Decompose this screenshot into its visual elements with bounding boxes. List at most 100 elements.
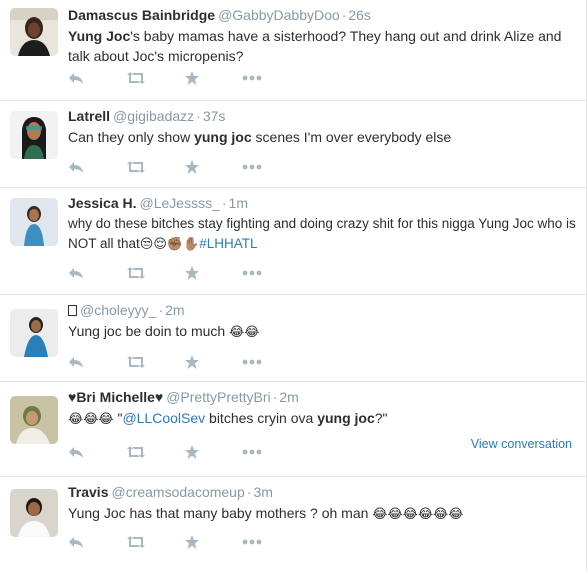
retweet-button[interactable]: [126, 157, 184, 177]
retweet-icon: [126, 266, 146, 280]
timestamp[interactable]: 26s: [348, 7, 371, 23]
mention-link[interactable]: @LLCoolSev: [122, 410, 205, 426]
more-icon: [242, 270, 262, 276]
reply-button[interactable]: [68, 263, 126, 283]
retweet-icon: [126, 160, 146, 174]
emoji-group: 😂😂😂😂😂😂: [372, 506, 464, 521]
retweet-icon: [126, 445, 146, 459]
more-button[interactable]: [242, 157, 300, 177]
tweet-text-bold: Yung Joc: [68, 28, 131, 44]
retweet-button[interactable]: [126, 352, 184, 372]
more-button[interactable]: [242, 68, 300, 88]
tweet-content: ♥Bri Michelle♥ @PrettyPrettyBri · 2m 😂😂😂 "@…: [68, 388, 578, 429]
timeline: Damascus Bainbridge @GabbyDabbyDoo · 26s Yu…: [0, 0, 587, 571]
timestamp[interactable]: 3m: [253, 484, 272, 500]
timestamp[interactable]: 37s: [203, 108, 226, 124]
tweet-item[interactable]: Damascus Bainbridge @GabbyDabbyDoo · 26s Yu…: [0, 0, 586, 101]
more-button[interactable]: [242, 442, 300, 462]
separator: ·: [272, 389, 278, 405]
tweet-actions: [68, 442, 300, 462]
username[interactable]: @creamsodacomeup: [111, 484, 244, 500]
fullname[interactable]: ♥Bri Michelle♥: [68, 389, 163, 405]
tweet-item[interactable]: Latrell @gigibadazz · 37s Can they only sho…: [0, 101, 586, 188]
fullname[interactable]: Jessica H.: [68, 195, 137, 211]
favorite-button[interactable]: [184, 68, 242, 88]
separator: ·: [341, 7, 347, 23]
avatar[interactable]: [10, 309, 58, 357]
tweet-header: Damascus Bainbridge @GabbyDabbyDoo · 26s: [68, 6, 578, 24]
avatar[interactable]: [10, 198, 58, 246]
tweet-text: Yung joc be doin to much 😂😂: [68, 321, 578, 342]
view-conversation-link[interactable]: View conversation: [471, 437, 572, 451]
avatar[interactable]: [10, 396, 58, 444]
username[interactable]: @LeJessss_: [140, 195, 220, 211]
tweet-text: Can they only show yung joc scenes I'm o…: [68, 127, 578, 147]
tweet-content: @choleyyy_ · 2m Yung joc be doin to much 😂…: [68, 301, 578, 342]
reply-button[interactable]: [68, 532, 126, 552]
avatar[interactable]: [10, 111, 58, 159]
tweet-text-bold: yung joc: [194, 129, 252, 145]
tweet-text: Yung Joc's baby mamas have a sisterhood?…: [68, 26, 578, 66]
retweet-button[interactable]: [126, 532, 184, 552]
username[interactable]: @gigibadazz: [113, 108, 194, 124]
tweet-item[interactable]: Travis @creamsodacomeup · 3m Yung Joc has t…: [0, 477, 586, 571]
tweet-actions: [68, 263, 300, 283]
favorite-icon: [184, 159, 200, 175]
favorite-button[interactable]: [184, 442, 242, 462]
missing-glyph-icon: [68, 305, 77, 316]
username[interactable]: @PrettyPrettyBri: [166, 389, 270, 405]
fullname[interactable]: Latrell: [68, 108, 110, 124]
tweet-actions: [68, 532, 300, 552]
more-icon: [242, 539, 262, 545]
favorite-icon: [184, 354, 200, 370]
reply-icon: [68, 71, 84, 85]
more-button[interactable]: [242, 263, 300, 283]
username[interactable]: @choleyyy_: [80, 302, 156, 318]
reply-icon: [68, 266, 84, 280]
tweet-actions: [68, 352, 300, 372]
separator: ·: [158, 302, 164, 318]
reply-icon: [68, 355, 84, 369]
username[interactable]: @GabbyDabbyDoo: [218, 7, 340, 23]
favorite-button[interactable]: [184, 532, 242, 552]
timestamp[interactable]: 2m: [165, 302, 184, 318]
fullname[interactable]: Damascus Bainbridge: [68, 7, 215, 23]
more-icon: [242, 75, 262, 81]
reply-icon: [68, 535, 84, 549]
tweet-item[interactable]: Jessica H. @LeJessss_ · 1m why do these bit…: [0, 188, 586, 295]
tweet-text-body: Yung Joc has that many baby mothers ? oh…: [68, 505, 373, 521]
tweet-item[interactable]: @choleyyy_ · 2m Yung joc be doin to much 😂…: [0, 295, 586, 382]
favorite-button[interactable]: [184, 157, 242, 177]
retweet-button[interactable]: [126, 442, 184, 462]
more-button[interactable]: [242, 532, 300, 552]
reply-button[interactable]: [68, 157, 126, 177]
favorite-button[interactable]: [184, 352, 242, 372]
tweet-header: Jessica H. @LeJessss_ · 1m: [68, 194, 578, 212]
retweet-button[interactable]: [126, 68, 184, 88]
retweet-button[interactable]: [126, 263, 184, 283]
reply-button[interactable]: [68, 442, 126, 462]
tweet-actions: [68, 157, 300, 177]
tweet-text-rest: 's baby mamas have a sisterhood? They ha…: [68, 28, 562, 64]
separator: ·: [246, 484, 252, 500]
tweet-text: 😂😂😂 "@LLCoolSev bitches cryin ova yung j…: [68, 408, 578, 429]
retweet-icon: [126, 71, 146, 85]
separator: ·: [221, 195, 227, 211]
timestamp[interactable]: 1m: [229, 195, 248, 211]
hashtag-link[interactable]: #LHHATL: [199, 236, 257, 251]
favorite-button[interactable]: [184, 263, 242, 283]
tweet-text-body: Yung joc be doin to much: [68, 323, 230, 339]
tweet-item[interactable]: ♥Bri Michelle♥ @PrettyPrettyBri · 2m 😂😂😂 "@…: [0, 382, 586, 477]
more-button[interactable]: [242, 352, 300, 372]
tweet-text: why do these bitches stay fighting and d…: [68, 214, 578, 254]
timestamp[interactable]: 2m: [279, 389, 298, 405]
reply-button[interactable]: [68, 68, 126, 88]
reply-button[interactable]: [68, 352, 126, 372]
emoji-group: 😒😌✊🏽✋🏽: [139, 236, 200, 251]
fullname[interactable]: Travis: [68, 484, 108, 500]
tweet-actions: [68, 68, 300, 88]
avatar[interactable]: [10, 489, 58, 537]
more-icon: [242, 359, 262, 365]
favorite-icon: [184, 534, 200, 550]
avatar[interactable]: [10, 8, 58, 56]
